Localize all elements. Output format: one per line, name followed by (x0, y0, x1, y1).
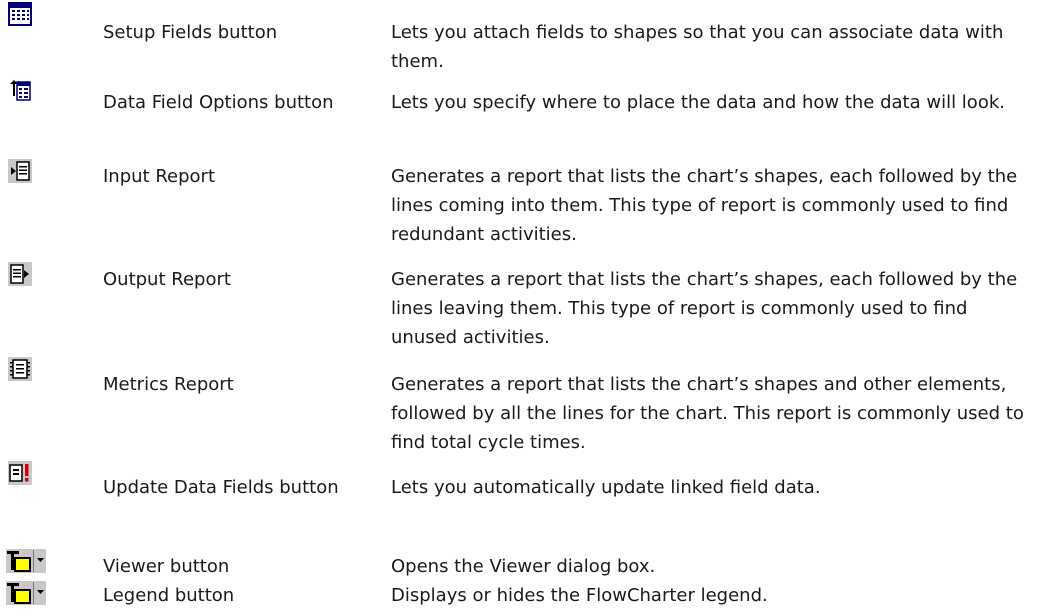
row-description: Generates a report that lists the chart’… (391, 166, 1018, 245)
row-description: Lets you automatically update linked fie… (391, 477, 821, 498)
row-description: Lets you attach fields to shapes so that… (391, 22, 1004, 72)
row-description: Generates a report that lists the chart’… (391, 374, 1024, 453)
row-name: Output Report (103, 269, 231, 290)
row-name: Update Data Fields button (103, 477, 339, 498)
row-name: Setup Fields button (103, 22, 278, 43)
legend-icon[interactable] (6, 581, 46, 605)
row-description: Lets you specify where to place the data… (391, 92, 1005, 113)
row-name: Data Field Options button (103, 92, 334, 113)
output-report-icon[interactable] (8, 262, 32, 286)
data-field-options-icon[interactable] (8, 78, 32, 102)
row-name: Input Report (103, 166, 215, 187)
row-name: Viewer button (103, 556, 230, 577)
input-report-icon[interactable] (8, 159, 32, 183)
viewer-icon[interactable] (6, 549, 46, 573)
metrics-report-icon[interactable] (8, 357, 32, 381)
setup-fields-icon[interactable] (8, 2, 32, 26)
row-name: Legend button (103, 585, 235, 606)
row-name: Metrics Report (103, 374, 234, 395)
update-data-fields-icon[interactable] (8, 461, 32, 485)
row-description: Displays or hides the FlowCharter legend… (391, 585, 768, 606)
row-description: Generates a report that lists the chart’… (391, 269, 1018, 348)
row-description: Opens the Viewer dialog box. (391, 556, 656, 577)
